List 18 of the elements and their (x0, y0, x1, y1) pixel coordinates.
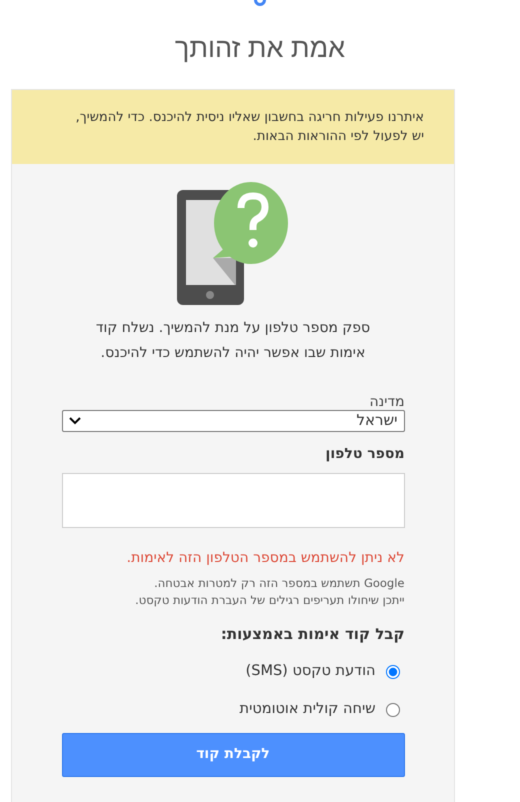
phone-label: מספר טלפון (324, 444, 404, 464)
radio-button[interactable] (386, 664, 400, 679)
page-title: אמת את זהותך (174, 32, 346, 65)
phone-question-icon (177, 180, 289, 306)
help-text: ייתכן שיחולו תעריפים רגילים של העברת הודעות טקסט. (134, 592, 404, 608)
error-message: לא ניתן להשתמש במספר הטלפון הזה לאימות. (126, 548, 404, 568)
radio-button[interactable] (386, 702, 400, 717)
radio-label[interactable]: הודעת טקסט (SMS) (246, 661, 376, 683)
country-select[interactable]: ישראל (62, 410, 404, 432)
logo-icon (253, 0, 267, 6)
phone-input-field[interactable] (62, 472, 404, 528)
radio-label[interactable]: שיחה קולית אוטומטית (240, 698, 376, 720)
caret-icon (68, 416, 80, 424)
help-text: Google תשתמש במספר הזה רק למטרות אבטחה. (153, 574, 404, 592)
country-label: מדינה (368, 394, 404, 410)
warning-message: איתרנו פעילות חריגה בחשבון שאליו ניסית להיכנס. כדי להמשיך, יש לפעול לפי ההוראות הבאות. (12, 90, 454, 164)
method-heading: קבל קוד אימות באמצעות: (220, 624, 404, 645)
instruction-text: ספק מספר טלפון על מנת להמשיך. נשלח קוד אימות שבו אפשר יהיה להשתמש כדי להיכנס. (94, 318, 372, 362)
